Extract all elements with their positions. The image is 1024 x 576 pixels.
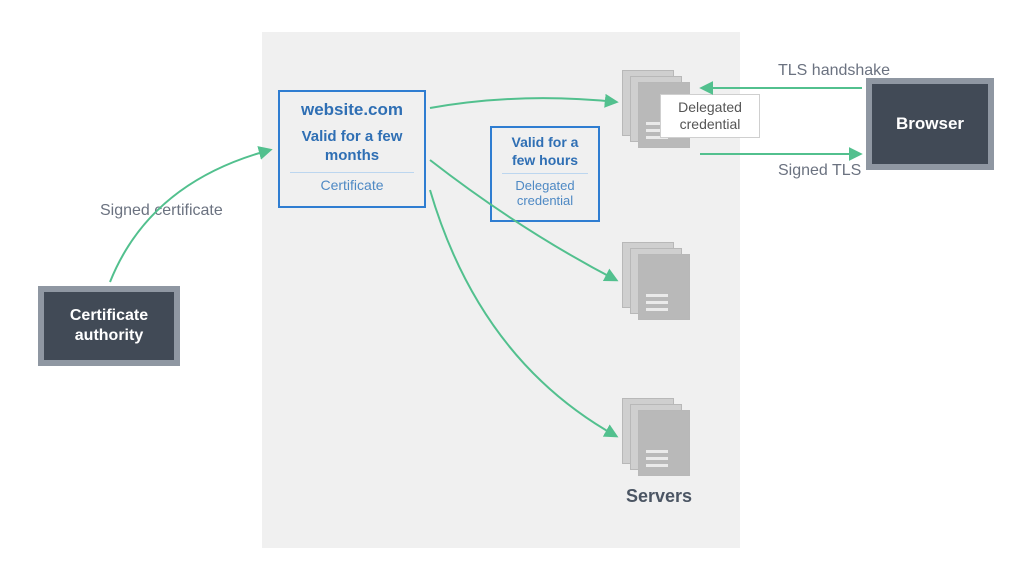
server-icon — [622, 242, 694, 324]
delegated-credential-label: Delegated credential — [667, 99, 753, 133]
delegated-validity: Valid for a few hours — [498, 134, 592, 169]
signed-certificate-label: Signed certificate — [100, 202, 223, 220]
browser-box: Browser — [866, 78, 994, 170]
certificate-validity: Valid for a few months — [286, 128, 418, 166]
certificate-domain: website.com — [286, 100, 418, 120]
delegated-credential-label-box: Delegated credential — [660, 94, 760, 138]
tls-handshake-label: TLS handshake — [778, 62, 890, 80]
diagram-canvas: Certificate authority Browser website.co… — [0, 0, 1024, 576]
certificate-caption: Certificate — [286, 177, 418, 193]
certificate-authority-label: Certificate authority — [44, 306, 174, 346]
certificate-authority-box: Certificate authority — [38, 286, 180, 366]
delegated-credential-box: Valid for a few hours Delegated credenti… — [490, 126, 600, 222]
browser-label: Browser — [896, 114, 964, 134]
delegated-caption: Delegated credential — [498, 178, 592, 208]
signed-tls-label: Signed TLS — [778, 162, 861, 180]
server-icon — [622, 398, 694, 480]
certificate-box: website.com Valid for a few months Certi… — [278, 90, 426, 208]
servers-heading: Servers — [626, 486, 692, 507]
